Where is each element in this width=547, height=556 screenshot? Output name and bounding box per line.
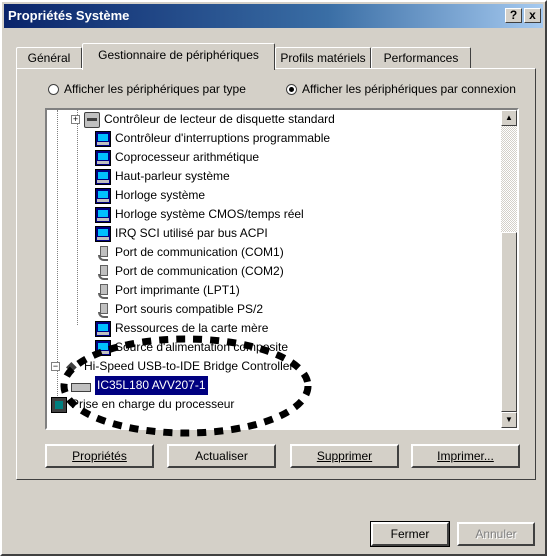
tree-item-label: Port de communication (COM1) [115,245,284,259]
tree-item[interactable]: Contrôleur d'interruptions programmable [95,129,330,148]
cancel-button[interactable]: Annuler [457,522,535,546]
tree-item[interactable]: Source d'alimentation composite [95,338,288,357]
tree-item[interactable]: Horloge système CMOS/temps réel [95,205,304,224]
close-button[interactable]: Fermer [370,521,450,547]
remove-button-label: Supprimer [316,449,373,463]
tree-item[interactable]: − Hi-Speed USB-to-IDE Bridge Controller [51,357,293,376]
tree-item-label: Coprocesseur arithmétique [115,150,260,164]
radio-by-connection-label: Afficher les périphériques par connexion [302,82,516,96]
computer-icon [95,339,111,356]
tree-item-label: IC35L180 AVV207-1 [94,375,209,396]
computer-icon [95,149,111,166]
tree-item-label: IRQ SCI utilisé par bus ACPI [115,226,268,240]
tree-item-label: Ressources de la carte mère [115,321,269,335]
tree-item-label: Haut-parleur système [115,169,230,183]
scroll-down-icon[interactable]: ▼ [501,412,517,428]
vertical-scrollbar[interactable]: ▲ ▼ [501,110,517,428]
tree-item[interactable]: Port imprimante (LPT1) [95,281,240,300]
tree-item-label: Contrôleur de lecteur de disquette stand… [104,112,335,126]
tree-item-label: Port imprimante (LPT1) [115,283,240,297]
tree-item-label: Horloge système CMOS/temps réel [115,207,304,221]
print-button[interactable]: Imprimer... [411,444,520,468]
refresh-button-label: Actualiser [195,449,248,463]
radio-by-connection-control[interactable] [286,83,297,95]
tree-item[interactable]: Haut-parleur système [95,167,230,186]
computer-icon [95,206,111,223]
tree-item[interactable]: + Contrôleur de lecteur de disquette sta… [71,110,335,129]
port-icon [95,245,111,261]
tab-hardware-profiles[interactable]: Profils matériels [275,47,371,68]
print-button-label: Imprimer... [437,449,494,463]
tree-item[interactable]: IRQ SCI utilisé par bus ACPI [95,224,268,243]
close-window-button[interactable]: x [524,8,541,23]
tree-line [77,110,78,325]
tree-item-label: Contrôleur d'interruptions programmable [115,131,331,145]
computer-icon [95,187,111,204]
tree-item[interactable]: Port de communication (COM1) [95,243,284,262]
tree-item-label: Port souris compatible PS/2 [115,302,264,316]
computer-icon [95,225,111,242]
system-properties-window: Propriétés Système ? x Général Gestionna… [0,0,547,556]
window-title: Propriétés Système [8,8,130,23]
tab-device-manager[interactable]: Gestionnaire de périphériques [82,43,275,70]
expand-icon[interactable]: + [71,115,80,124]
floppy-icon [84,111,100,128]
computer-icon [95,168,111,185]
title-bar[interactable]: Propriétés Système ? x [4,4,543,28]
tree-item[interactable]: Ressources de la carte mère [95,319,268,338]
scroll-thumb[interactable] [501,232,517,412]
properties-button[interactable]: Propriétés [45,444,154,468]
tree-item-label: Port de communication (COM2) [115,264,284,278]
cpu-icon [51,396,67,413]
computer-icon [95,130,111,147]
tab-general[interactable]: Général [16,47,82,68]
tree-item[interactable]: Port de communication (COM2) [95,262,284,281]
computer-icon [95,320,111,337]
properties-button-label: Propriétés [72,449,127,463]
collapse-icon[interactable]: − [51,362,60,371]
radio-by-type-control[interactable] [48,83,59,95]
refresh-button[interactable]: Actualiser [167,444,276,468]
hard-disk-icon [71,383,91,392]
tree-item-label: Prise en charge du processeur [71,397,235,411]
tree-item[interactable]: Prise en charge du processeur [51,395,234,414]
printer-port-icon [95,283,111,299]
scroll-up-icon[interactable]: ▲ [501,110,517,126]
radio-by-type[interactable]: Afficher les périphériques par type [48,79,246,99]
help-button[interactable]: ? [505,8,522,23]
tree-item[interactable]: Horloge système [95,186,205,205]
usb-icon [64,357,80,376]
tree-item[interactable]: Port souris compatible PS/2 [95,300,263,319]
tree-item-label: Horloge système [115,188,206,202]
radio-by-connection[interactable]: Afficher les périphériques par connexion [286,79,516,99]
remove-button[interactable]: Supprimer [290,444,399,468]
tree-item-label: Hi-Speed USB-to-IDE Bridge Controller [84,359,294,373]
port-icon [95,264,111,280]
tab-performance[interactable]: Performances [371,47,471,68]
tree-item-label: Source d'alimentation composite [115,340,289,354]
device-tree[interactable]: + Contrôleur de lecteur de disquette sta… [45,108,519,430]
mouse-port-icon [95,302,111,318]
tree-item[interactable]: Coprocesseur arithmétique [95,148,259,167]
radio-by-type-label: Afficher les périphériques par type [64,82,246,96]
tree-item-selected[interactable]: IC35L180 AVV207-1 [71,375,209,396]
